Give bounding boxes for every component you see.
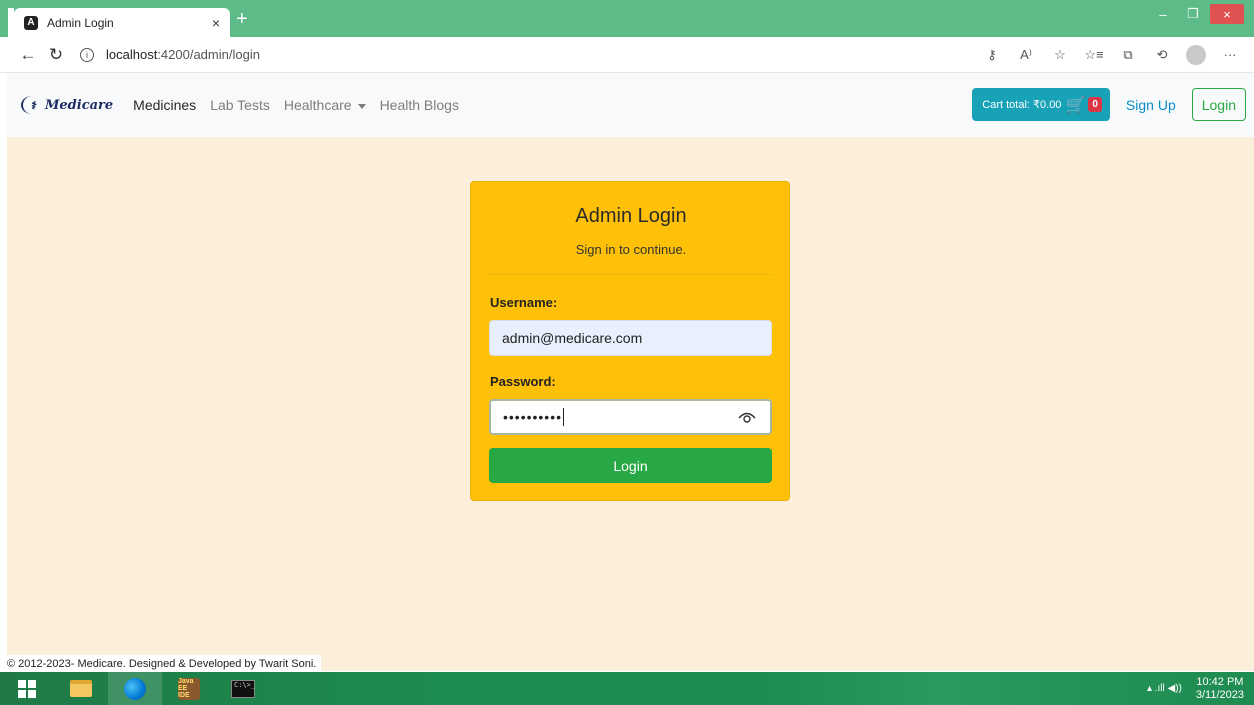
medicare-logo-icon: ⚕	[21, 96, 43, 114]
password-input[interactable]: ••••••••••	[489, 399, 772, 435]
clock-date: 3/11/2023	[1195, 688, 1244, 701]
restore-button[interactable]: ❐	[1180, 4, 1206, 24]
brand-logo[interactable]: ⚕ Medicare	[21, 96, 113, 114]
nav-link-healthcare[interactable]: Healthcare	[284, 97, 366, 113]
card-subtitle: Sign in to continue.	[575, 242, 687, 257]
start-button[interactable]	[0, 672, 54, 705]
password-label: Password:	[490, 374, 556, 389]
more-icon[interactable]: ···	[1220, 47, 1240, 62]
chevron-down-icon	[357, 103, 366, 109]
cart-count-badge: 0	[1088, 97, 1102, 112]
taskbar-edge[interactable]	[108, 672, 162, 705]
page-footer: © 2012-2023- Medicare. Designed & Develo…	[0, 655, 322, 672]
edge-browser-icon	[124, 677, 146, 700]
favorite-add-icon[interactable]: ☆	[1050, 47, 1070, 63]
card-divider	[489, 274, 772, 275]
password-masked-value: ••••••••••	[503, 409, 563, 425]
command-prompt-icon: C:\>_	[231, 679, 255, 698]
healthcare-label: Healthcare	[283, 97, 352, 113]
text-cursor	[563, 408, 565, 426]
taskbar-java-ide[interactable]: Java EE IDE	[162, 672, 216, 705]
taskbar-file-explorer[interactable]	[54, 672, 108, 705]
card-title: Admin Login	[575, 205, 687, 227]
system-tray: ▴ .ıll ◀)) 10:42 PM 3/11/2023	[1147, 672, 1244, 705]
username-value: admin@medicare.com	[502, 330, 643, 346]
favorites-icon[interactable]: ☆≡	[1084, 47, 1104, 63]
show-password-eye-icon[interactable]	[738, 409, 756, 425]
login-submit-button[interactable]: Login	[489, 448, 772, 483]
username-label: Username:	[490, 295, 558, 310]
folder-icon	[70, 680, 92, 697]
read-aloud-icon[interactable]: A⁾	[1016, 47, 1036, 63]
windows-logo-icon	[18, 679, 36, 698]
tab-title: Admin Login	[47, 15, 114, 30]
history-icon[interactable]: ⟲	[1152, 47, 1172, 63]
minimize-button[interactable]: –	[1150, 4, 1176, 24]
navbar-actions: Cart total: ₹0.00 🛒 0 Sign Up Login	[972, 88, 1246, 121]
url-host: localhost	[106, 47, 158, 62]
collections-icon[interactable]: ⧉	[1118, 47, 1138, 63]
url-path: :4200/admin/login	[157, 47, 260, 62]
site-info-icon[interactable]: i	[80, 47, 94, 62]
java-ee-ide-icon: Java EE IDE	[178, 677, 200, 700]
nav-link-medicines[interactable]: Medicines	[133, 97, 196, 113]
nav-link-health-blogs[interactable]: Health Blogs	[380, 97, 459, 113]
refresh-icon[interactable]: ↻	[42, 45, 70, 65]
key-icon[interactable]: ⚷	[982, 47, 1002, 63]
angular-favicon-icon: A	[24, 15, 38, 30]
cart-button[interactable]: Cart total: ₹0.00 🛒 0	[972, 88, 1110, 121]
username-input[interactable]: admin@medicare.com	[489, 320, 772, 356]
cart-icon: 🛒	[1065, 96, 1086, 114]
cart-total-label: Cart total: ₹0.00	[982, 99, 1062, 111]
profile-icon[interactable]	[1186, 44, 1206, 65]
browser-tab-admin-login[interactable]: A Admin Login ×	[14, 8, 230, 37]
back-arrow-icon[interactable]: ←	[14, 45, 42, 65]
site-navbar: ⚕ Medicare Medicines Lab Tests Healthcar…	[7, 73, 1254, 137]
url-input[interactable]: i localhost:4200/admin/login	[80, 42, 960, 68]
clock-time: 10:42 PM	[1196, 675, 1244, 688]
windows-taskbar: Java EE IDE C:\>_ ▴ .ıll ◀)) 10:42 PM 3/…	[0, 672, 1254, 705]
clock[interactable]: 10:42 PM 3/11/2023	[1196, 676, 1244, 702]
signup-link[interactable]: Sign Up	[1126, 97, 1176, 113]
nav-link-lab-tests[interactable]: Lab Tests	[210, 97, 270, 113]
page-body: ⚕ Medicare Medicines Lab Tests Healthcar…	[7, 73, 1254, 671]
new-tab-button[interactable]: +	[236, 9, 248, 29]
admin-login-card: Admin Login Sign in to continue. Usernam…	[470, 181, 790, 501]
tray-icons[interactable]: ▴ .ıll ◀))	[1147, 683, 1182, 694]
brand-name: Medicare	[45, 97, 114, 113]
address-bar-row: ← ↻ i localhost:4200/admin/login ⚷ A⁾ ☆ …	[0, 37, 1254, 73]
taskbar-command-prompt[interactable]: C:\>_	[216, 672, 270, 705]
browser-tab-bar: A Admin Login × + – ❐ ×	[0, 0, 1254, 37]
login-nav-button[interactable]: Login	[1191, 88, 1246, 121]
tab-close-icon[interactable]: ×	[212, 15, 220, 31]
toolbar-icons: ⚷ A⁾ ☆ ☆≡ ⧉ ⟲ ···	[982, 44, 1240, 65]
close-window-button[interactable]: ×	[1210, 4, 1244, 24]
window-controls: – ❐ ×	[1150, 4, 1244, 24]
